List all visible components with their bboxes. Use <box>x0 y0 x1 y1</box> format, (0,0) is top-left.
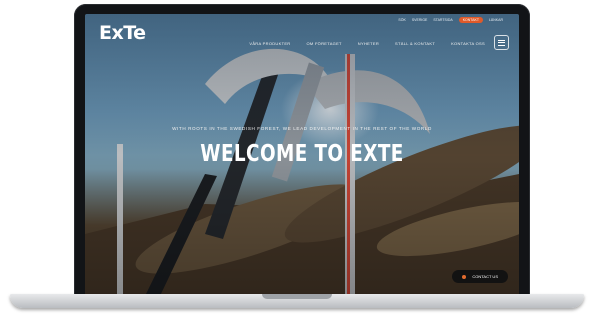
utility-start-link[interactable]: Startsida <box>433 18 452 22</box>
website-screen: ExTe Sök Sverige Startsida Kontakt Länka… <box>85 14 519 296</box>
nav-item-news[interactable]: Nyheter <box>358 41 379 46</box>
nav-item-company[interactable]: Om företaget <box>306 41 341 46</box>
exte-logo[interactable]: ExTe <box>99 22 146 44</box>
utility-country-link[interactable]: Sverige <box>412 18 428 22</box>
hamburger-menu-icon[interactable] <box>494 35 509 50</box>
utility-bar: Sök Sverige Startsida Kontakt Länkar <box>398 17 503 23</box>
contact-icon <box>462 274 467 279</box>
hero-headline: WELCOME TO EXTE <box>200 141 404 167</box>
nav-item-contact[interactable]: Kontakta oss <box>451 41 485 46</box>
utility-search-link[interactable]: Sök <box>398 18 405 22</box>
nav-item-products[interactable]: Våra produkter <box>249 41 290 46</box>
nav-item-stall[interactable]: Ställ & kontakt <box>395 41 435 46</box>
main-nav: Våra produkter Om företaget Nyheter Stäl… <box>249 41 485 46</box>
laptop-notch <box>262 294 332 299</box>
contact-button-label: Contact us <box>472 274 498 279</box>
laptop-lid: ExTe Sök Sverige Startsida Kontakt Länka… <box>74 4 530 300</box>
utility-links-link[interactable]: Länkar <box>489 18 503 22</box>
hero-tagline: With roots in the Swedish forest, we lea… <box>172 126 432 131</box>
contact-button[interactable]: Contact us <box>452 270 508 283</box>
utility-contact-pill[interactable]: Kontakt <box>458 17 483 23</box>
